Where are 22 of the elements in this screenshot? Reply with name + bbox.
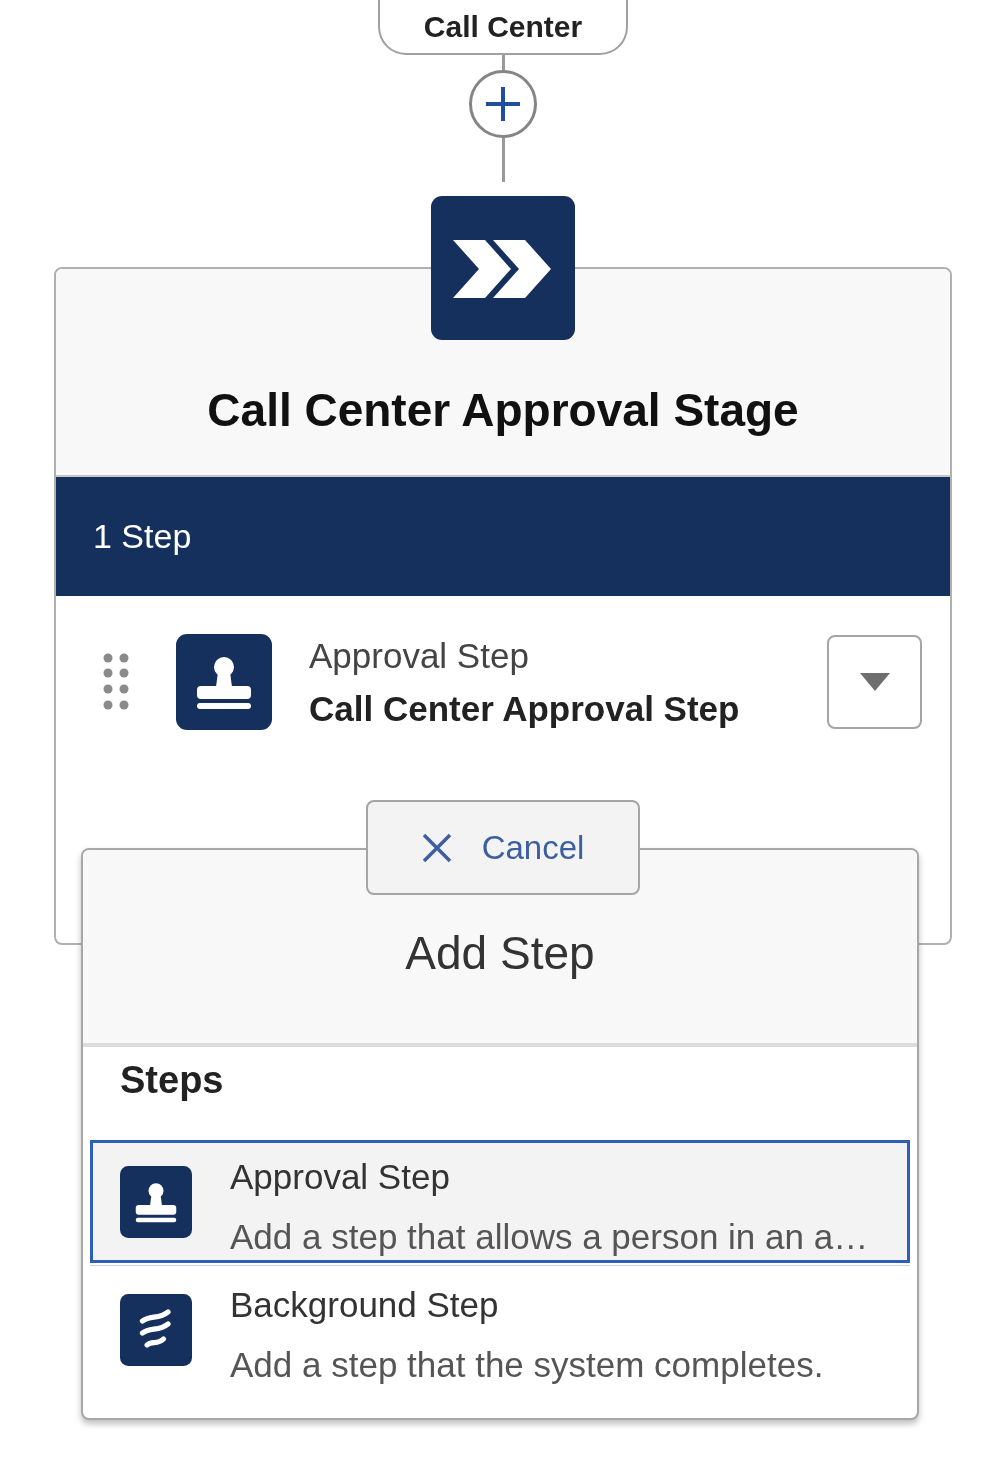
option-description: Add a step that allows a person in an a… xyxy=(230,1215,869,1258)
stage-title: Call Center Approval Stage xyxy=(207,383,799,437)
option-description: Add a step that the system completes. xyxy=(230,1343,824,1386)
caret-down-icon xyxy=(859,673,890,691)
cancel-button[interactable]: Cancel xyxy=(366,800,640,895)
step-type: Approval Step xyxy=(309,635,530,677)
step-name: Call Center Approval Step xyxy=(309,688,740,730)
connector-line xyxy=(501,138,505,182)
step-count-bar: 1 Step xyxy=(56,477,950,596)
waves-icon xyxy=(120,1293,192,1366)
close-icon xyxy=(421,832,452,863)
drag-handle-icon[interactable] xyxy=(103,653,129,711)
step-option[interactable]: Approval Step Add a step that allows a person in an a… xyxy=(90,1140,910,1263)
option-title: Approval Step xyxy=(230,1155,451,1198)
plus-icon xyxy=(485,86,521,122)
option-title: Background Step xyxy=(230,1283,500,1326)
stage-node[interactable]: Call Center xyxy=(378,0,628,55)
stamp-icon xyxy=(176,634,272,730)
section-heading: Steps xyxy=(120,1058,224,1102)
stamp-icon xyxy=(120,1165,192,1238)
dropdown-button[interactable] xyxy=(827,635,922,729)
panel-title: Add Step xyxy=(405,927,595,979)
